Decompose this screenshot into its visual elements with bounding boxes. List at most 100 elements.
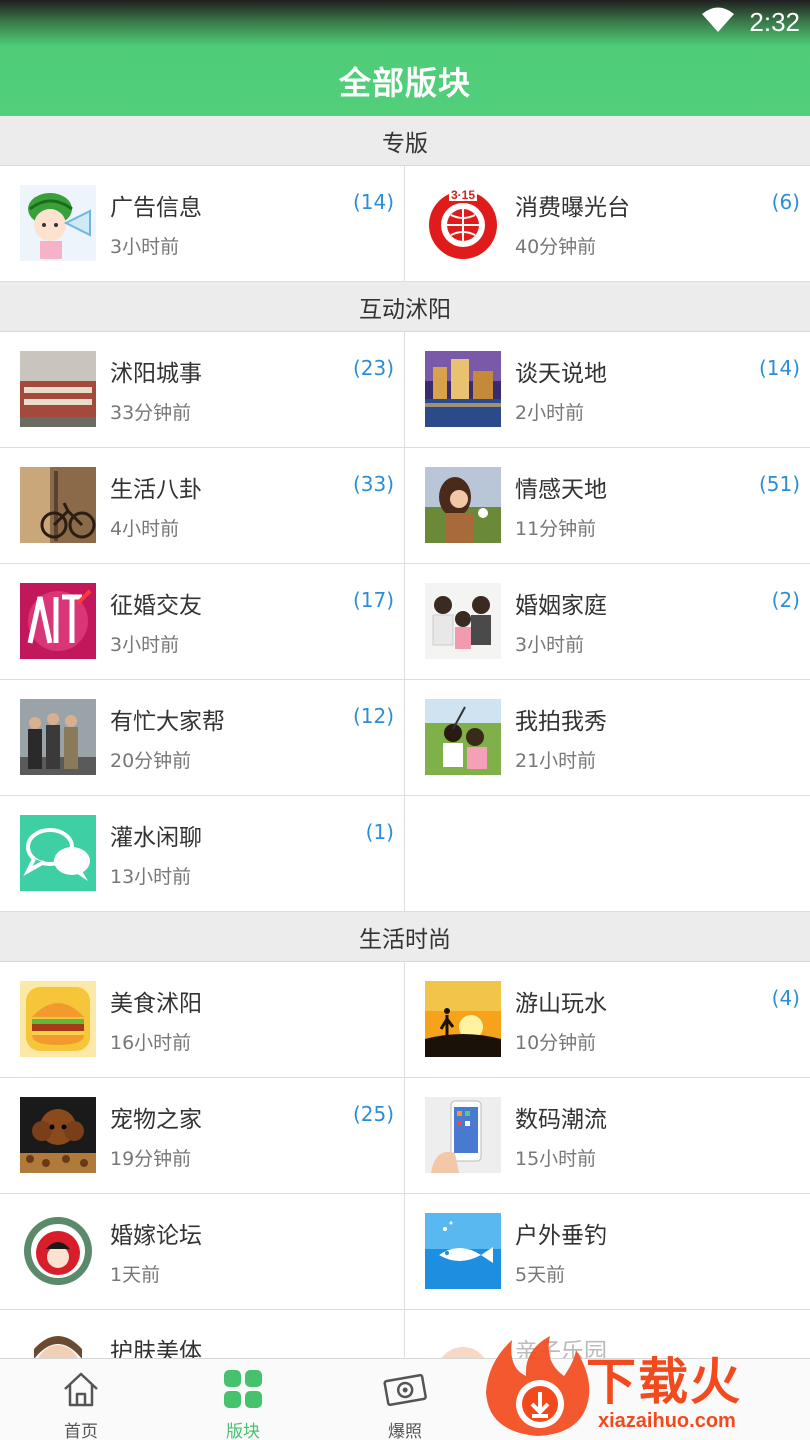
forum-name: 有忙大家帮: [110, 709, 225, 735]
forum-name: 情感天地: [515, 477, 607, 503]
post-count: (25): [352, 1102, 394, 1126]
selfie-photo: [425, 699, 501, 775]
last-post-time: 3小时前: [110, 634, 180, 656]
status-time: 2:32: [749, 6, 800, 37]
forum-name: 婚姻家庭: [515, 593, 607, 619]
forum-name: 征婚交友: [110, 593, 202, 619]
post-count: (33): [352, 472, 394, 496]
smartphone-photo: [425, 1097, 501, 1173]
forum-row: 美食沭阳 16小时前 游山玩水 10分钟前 (4): [0, 962, 810, 1078]
post-count: (17): [352, 588, 394, 612]
sunset-hiker-photo: [425, 981, 501, 1057]
forum-row: 婚嫁论坛 1天前 户外垂钓 5天前: [0, 1194, 810, 1310]
watermelon-girl-icon: [20, 185, 96, 261]
forum-item[interactable]: 有忙大家帮 20分钟前 (12): [0, 680, 405, 796]
svg-text:3·15: 3·15: [451, 188, 475, 202]
forum-name: 宠物之家: [110, 1107, 202, 1133]
night-city-photo: [425, 351, 501, 427]
dating-poster-photo: [20, 583, 96, 659]
empty-cell: [405, 796, 810, 912]
forum-item[interactable]: 宠物之家 19分钟前 (25): [0, 1078, 405, 1194]
forum-row: 有忙大家帮 20分钟前 (12) 我拍我秀 21小时前: [0, 680, 810, 796]
forum-name: 沭阳城事: [110, 361, 202, 387]
watermark-url: xiazaihuo.com: [598, 1410, 736, 1432]
last-post-time: 15小时前: [515, 1148, 597, 1170]
forum-name: 护肤美体: [110, 1339, 202, 1358]
forum-item[interactable]: 数码潮流 15小时前: [405, 1078, 810, 1194]
nav-photos-label: 爆照: [388, 1422, 422, 1440]
post-count: (12): [352, 704, 394, 728]
last-post-time: 40分钟前: [515, 236, 597, 258]
fish-icon: [425, 1213, 501, 1289]
315-logo-icon: 3·15: [425, 185, 501, 261]
last-post-time: 2小时前: [515, 402, 585, 424]
post-count: (51): [758, 472, 800, 496]
forum-name: 灌水闲聊: [110, 825, 202, 851]
last-post-time: 19分钟前: [110, 1148, 192, 1170]
forum-item[interactable]: 生活八卦 4小时前 (33): [0, 448, 405, 564]
home-icon: [61, 1369, 101, 1413]
nav-home[interactable]: 首页: [0, 1359, 162, 1440]
forum-row: 生活八卦 4小时前 (33) 情感天地 11分钟前 (51): [0, 448, 810, 564]
section-header: 生活时尚: [0, 912, 810, 962]
last-post-time: 10分钟前: [515, 1032, 597, 1054]
nav-photos[interactable]: 爆照: [324, 1359, 486, 1440]
forum-item[interactable]: 美食沭阳 16小时前: [0, 962, 405, 1078]
forum-row: 广告信息 3小时前 (14) 3·15 消费曝光台 40分钟前 (6): [0, 166, 810, 282]
forum-row: 征婚交友 3小时前 (17) 婚姻家庭 3小时前 (2): [0, 564, 810, 680]
last-post-time: 1天前: [110, 1264, 161, 1286]
forum-name: 美食沭阳: [110, 991, 202, 1017]
forum-name: 谈天说地: [515, 361, 607, 387]
flame-logo-icon: [486, 1336, 590, 1436]
forum-item[interactable]: 谈天说地 2小时前 (14): [405, 332, 810, 448]
grid-icon: [223, 1369, 263, 1413]
post-count: (1): [365, 820, 394, 844]
wifi-icon: [701, 7, 735, 37]
chat-bubbles-icon: [20, 815, 96, 891]
city-wall-photo: [20, 351, 96, 427]
forum-item[interactable]: 婚嫁论坛 1天前: [0, 1194, 405, 1310]
forum-item[interactable]: 3·15 消费曝光台 40分钟前 (6): [405, 166, 810, 282]
wedding-emblem-icon: [20, 1213, 96, 1289]
last-post-time: 33分钟前: [110, 402, 192, 424]
last-post-time: 20分钟前: [110, 750, 192, 772]
last-post-time: 21小时前: [515, 750, 597, 772]
poodle-photo: [20, 1097, 96, 1173]
post-count: (14): [758, 356, 800, 380]
bicycle-photo: [20, 467, 96, 543]
last-post-time: 5天前: [515, 1264, 566, 1286]
last-post-time: 3小时前: [515, 634, 585, 656]
app-header: 2:32 全部版块: [0, 0, 810, 116]
forum-row: 灌水闲聊 13小时前 (1): [0, 796, 810, 912]
forum-section-list[interactable]: 专版 广告信息 3小时前 (14) 3·15 消费曝光台 40分钟前 (6) 互…: [0, 116, 810, 1358]
forum-item[interactable]: 我拍我秀 21小时前: [405, 680, 810, 796]
watermark-text: 下载火: [586, 1353, 742, 1411]
camera-icon: [383, 1369, 427, 1413]
forum-row: 沭阳城事 33分钟前 (23) 谈天说地 2小时前 (14): [0, 332, 810, 448]
nav-forums[interactable]: 版块: [162, 1359, 324, 1440]
forum-item[interactable]: 灌水闲聊 13小时前 (1): [0, 796, 405, 912]
forum-name: 我拍我秀: [515, 709, 607, 735]
last-post-time: 13小时前: [110, 866, 192, 888]
post-count: (4): [771, 986, 800, 1010]
forum-item[interactable]: 情感天地 11分钟前 (51): [405, 448, 810, 564]
forum-item[interactable]: 婚姻家庭 3小时前 (2): [405, 564, 810, 680]
forum-item[interactable]: 护肤美体: [0, 1310, 405, 1358]
family-photo: [425, 583, 501, 659]
forum-item[interactable]: 户外垂钓 5天前: [405, 1194, 810, 1310]
last-post-time: 11分钟前: [515, 518, 597, 540]
forum-name: 广告信息: [110, 195, 202, 221]
forum-item[interactable]: 游山玩水 10分钟前 (4): [405, 962, 810, 1078]
forum-name: 消费曝光台: [515, 195, 630, 221]
post-count: (2): [771, 588, 800, 612]
forum-item[interactable]: 沭阳城事 33分钟前 (23): [0, 332, 405, 448]
forum-item[interactable]: 征婚交友 3小时前 (17): [0, 564, 405, 680]
section-header: 互动沭阳: [0, 282, 810, 332]
post-count: (23): [352, 356, 394, 380]
post-count: (14): [352, 190, 394, 214]
face-photo: [20, 1329, 96, 1358]
forum-name: 生活八卦: [110, 477, 202, 503]
watermark: 下载火 xiazaihuo.com: [478, 1332, 810, 1440]
forum-item[interactable]: 广告信息 3小时前 (14): [0, 166, 405, 282]
section-header: 专版: [0, 116, 810, 166]
